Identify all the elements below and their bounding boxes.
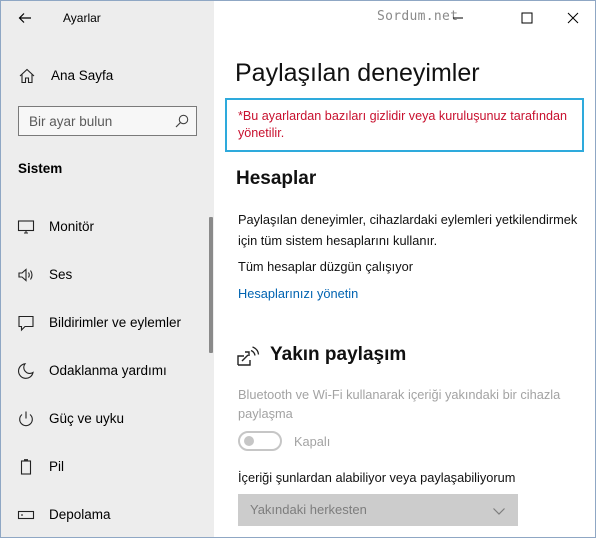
policy-notice: *Bu ayarlardan bazıları gizlidir veya ku… [225, 98, 584, 152]
power-icon [17, 410, 35, 428]
storage-icon [17, 506, 35, 524]
maximize-button[interactable] [504, 1, 550, 35]
nearby-share-heading: Yakın paylaşım [270, 344, 407, 365]
home-nav-item[interactable]: Ana Sayfa [1, 59, 214, 93]
main-content: Sordum.net Paylaşılan deneyimler *Bu aya… [214, 1, 595, 537]
sidebar-item-label: Monitör [49, 219, 95, 234]
moon-icon [17, 362, 35, 380]
search-icon[interactable] [174, 113, 190, 129]
dropdown-value: Yakındaki herkesten [250, 502, 367, 517]
accounts-heading: Hesaplar [236, 168, 317, 189]
sidebar-item-power-sleep[interactable]: Güç ve uyku [1, 400, 207, 438]
chevron-down-icon [492, 504, 506, 516]
nearby-share-description: Bluetooth ve Wi-Fi kullanarak içeriği ya… [238, 387, 561, 421]
sidebar: Ayarlar Ana Sayfa Sistem [1, 1, 214, 537]
nearby-share-icon [236, 344, 260, 368]
back-button[interactable] [11, 6, 39, 30]
sidebar-item-monitor[interactable]: Monitör [1, 208, 207, 246]
sidebar-item-label: Güç ve uyku [49, 411, 125, 426]
sidebar-scrollbar[interactable] [209, 217, 213, 353]
receive-from-dropdown[interactable]: Yakındaki herkesten [238, 494, 518, 526]
back-arrow-icon [18, 13, 31, 23]
sidebar-item-storage[interactable]: Depolama [1, 496, 207, 534]
toggle-state-label: Kapalı [294, 434, 331, 449]
home-icon [18, 67, 36, 85]
sidebar-item-label: Bildirimler ve eylemler [49, 315, 182, 330]
app-title: Ayarlar [63, 11, 101, 25]
receive-from-label: İçeriği şunlardan alabiliyor veya paylaş… [238, 470, 516, 485]
sidebar-item-label: Odaklanma yardımı [49, 363, 167, 378]
sidebar-item-sound[interactable]: Ses [1, 256, 207, 294]
section-label: Sistem [18, 161, 63, 176]
minimize-icon [453, 17, 463, 19]
home-label: Ana Sayfa [51, 68, 114, 83]
notification-icon [17, 314, 35, 332]
sidebar-item-battery[interactable]: Pil [1, 448, 207, 486]
minimize-button[interactable] [435, 1, 481, 35]
search-box[interactable] [18, 106, 197, 136]
speaker-icon [17, 266, 35, 284]
sidebar-item-focus-assist[interactable]: Odaklanma yardımı [1, 352, 207, 390]
page-title: Paylaşılan deneyimler [235, 59, 480, 87]
close-button[interactable] [550, 1, 595, 35]
settings-window: Ayarlar Ana Sayfa Sistem [0, 0, 596, 538]
title-bar: Ayarlar [1, 1, 214, 35]
sidebar-item-label: Ses [49, 267, 73, 282]
accounts-description: Paylaşılan deneyimler, cihazlardaki eyle… [238, 212, 578, 248]
sidebar-item-label: Pil [49, 459, 65, 474]
maximize-icon [521, 12, 533, 24]
search-input[interactable] [19, 107, 169, 135]
manage-accounts-link[interactable]: Hesaplarınızı yönetin [238, 286, 358, 301]
nearby-share-toggle[interactable] [238, 431, 282, 451]
close-icon [567, 12, 579, 24]
accounts-status: Tüm hesaplar düzgün çalışıyor [238, 259, 413, 274]
sidebar-item-label: Depolama [49, 507, 111, 522]
toggle-knob [244, 436, 254, 446]
sidebar-item-notifications[interactable]: Bildirimler ve eylemler [1, 304, 207, 342]
monitor-icon [17, 218, 35, 236]
battery-icon [17, 458, 35, 476]
